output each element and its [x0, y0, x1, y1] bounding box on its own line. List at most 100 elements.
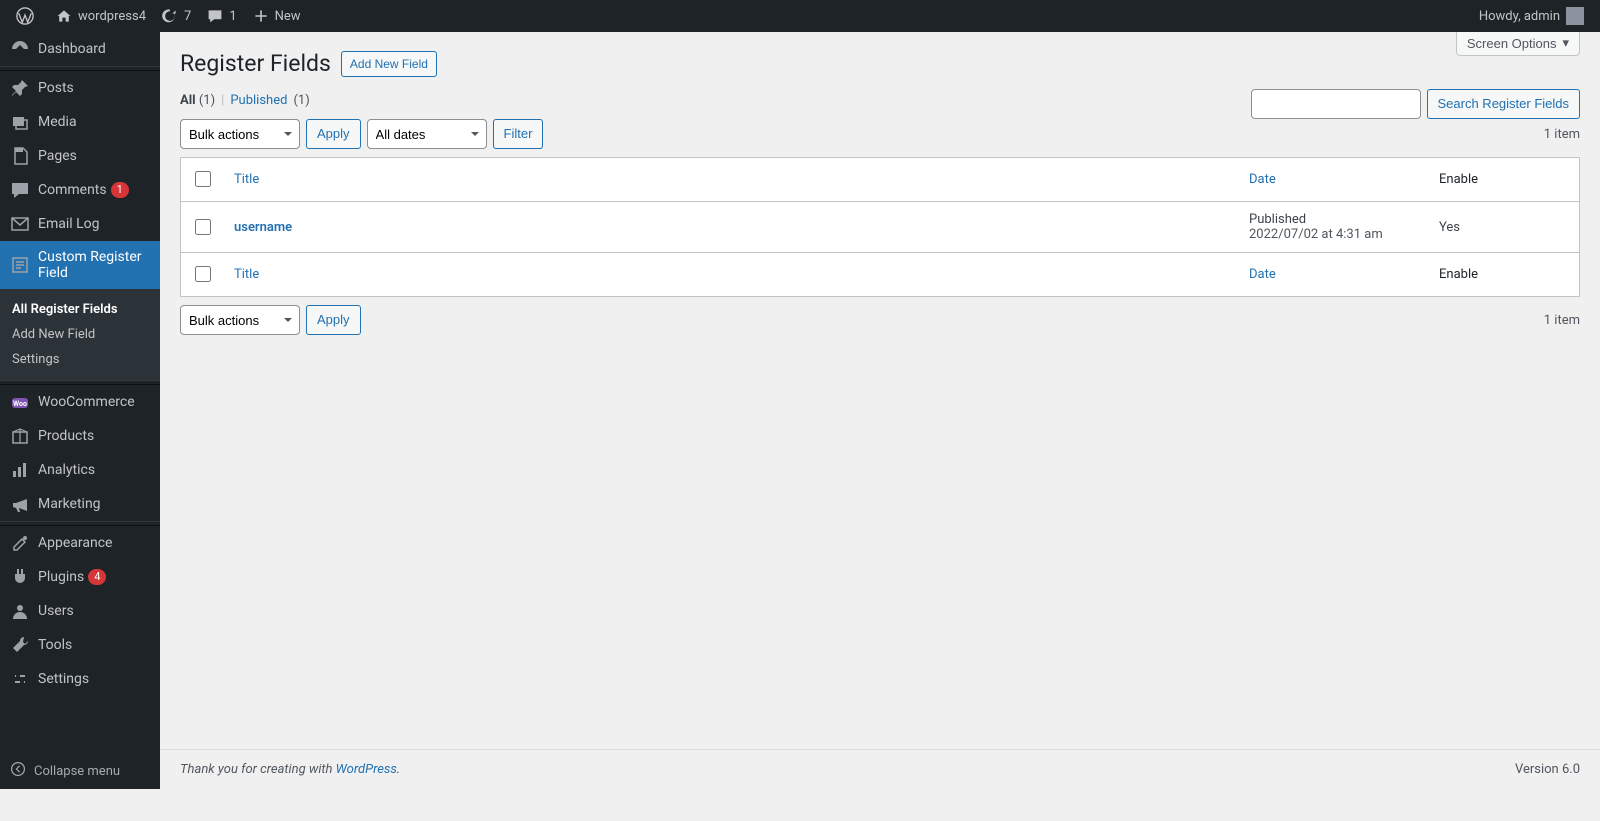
sidebar-item-crf[interactable]: Custom Register Field [0, 241, 160, 289]
sidebar-item-comments[interactable]: Comments1 [0, 173, 160, 207]
view-all-label: All [180, 93, 196, 108]
svg-text:Woo: Woo [13, 400, 27, 408]
sidebar-submenu: All Register FieldsAdd New FieldSettings [0, 289, 160, 380]
sidebar-item-media[interactable]: Media [0, 105, 160, 139]
sidebar-item-appearance[interactable]: Appearance [0, 526, 160, 560]
bulk-actions-select-bottom[interactable]: Bulk actions [180, 305, 300, 335]
sidebar-item-dashboard[interactable]: Dashboard [0, 32, 160, 66]
search-input[interactable] [1251, 89, 1421, 119]
sidebar-item-emaillog[interactable]: Email Log [0, 207, 160, 241]
footer-version: Version 6.0 [1515, 762, 1580, 777]
content-wrap: Register Fields Add New Field All (1) | … [160, 32, 1600, 749]
footer-thanks: Thank you for creating with WordPress. [180, 762, 400, 777]
search-button[interactable]: Search Register Fields [1427, 89, 1581, 119]
row-title-link[interactable]: username [234, 220, 292, 235]
bulk-actions-select[interactable]: Bulk actions [180, 119, 300, 149]
admin-bar: wordpress4 7 1 New Howdy, admin [0, 0, 1600, 32]
comments-menu[interactable]: 1 [199, 0, 244, 32]
comment-icon [10, 180, 30, 200]
col-title-sort[interactable]: Title [234, 172, 259, 187]
wordpress-icon [16, 7, 34, 25]
row-date-status: Published [1249, 212, 1419, 227]
admin-footer: Thank you for creating with WordPress. V… [160, 749, 1600, 789]
site-name-label: wordpress4 [78, 9, 146, 24]
sidebar-item-woo[interactable]: Woo WooCommerce [0, 385, 160, 419]
page-title: Register Fields [180, 50, 331, 77]
home-icon [56, 8, 72, 24]
wp-logo[interactable] [8, 0, 48, 32]
sidebar-item-plugins[interactable]: Plugins4 [0, 560, 160, 594]
table-toolbar-top: Bulk actions Apply All dates Filter 1 it… [180, 119, 1580, 149]
plug-icon [10, 567, 30, 587]
form-icon [10, 255, 30, 275]
filter-button[interactable]: Filter [493, 119, 544, 149]
sidebar-subitem[interactable]: Add New Field [0, 322, 160, 347]
row-checkbox[interactable] [195, 219, 211, 235]
sidebar-item-label: Custom Register Field [38, 249, 150, 281]
footer-wp-link[interactable]: WordPress [336, 762, 397, 777]
sidebar-item-products[interactable]: Products [0, 419, 160, 453]
sidebar-item-label: Settings [38, 671, 89, 687]
chevron-down-icon: ▾ [1562, 35, 1569, 51]
select-all-top[interactable] [195, 171, 211, 187]
sidebar-item-settings[interactable]: Settings [0, 662, 160, 696]
sidebar-item-analytics[interactable]: Analytics [0, 453, 160, 487]
view-published-link[interactable]: Published [230, 93, 287, 108]
col-date-sort[interactable]: Date [1249, 172, 1276, 187]
col-date-sort-foot[interactable]: Date [1249, 267, 1276, 282]
col-title-sort-foot[interactable]: Title [234, 267, 259, 282]
new-menu[interactable]: New [245, 0, 309, 32]
sidebar-item-label: Media [38, 114, 77, 130]
dash-icon [10, 39, 30, 59]
sidebar-item-label: Pages [38, 148, 77, 164]
sidebar-subitem[interactable]: Settings [0, 347, 160, 372]
main-content: Screen Options ▾ Register Fields Add New… [160, 32, 1600, 789]
col-enable-header: Enable [1429, 158, 1579, 202]
account-menu[interactable]: Howdy, admin [1471, 0, 1592, 32]
admin-bar-right: Howdy, admin [1471, 0, 1592, 32]
comments-count: 1 [229, 9, 236, 24]
apply-button-bottom[interactable]: Apply [306, 305, 361, 335]
sidebar-item-label: Users [38, 603, 74, 619]
collapse-menu[interactable]: Collapse menu [0, 753, 160, 789]
screen-options-label: Screen Options [1467, 36, 1557, 51]
list-views-sep: | [221, 93, 224, 108]
select-all-bottom[interactable] [195, 266, 211, 282]
footer-thanks-text: Thank you for creating with [180, 762, 336, 777]
admin-bar-left: wordpress4 7 1 New [8, 0, 309, 32]
screen-options-button[interactable]: Screen Options ▾ [1456, 32, 1580, 56]
sidebar-item-label: Posts [38, 80, 74, 96]
sidebar-item-label: Analytics [38, 462, 95, 478]
sidebar-item-label: Appearance [38, 535, 112, 551]
collapse-label: Collapse menu [34, 764, 120, 779]
plus-icon [253, 8, 269, 24]
apply-button-top[interactable]: Apply [306, 119, 361, 149]
settings-icon [10, 669, 30, 689]
brush-icon [10, 533, 30, 553]
sidebar-item-label: WooCommerce [38, 394, 135, 410]
site-name[interactable]: wordpress4 [48, 0, 154, 32]
tool-icon [10, 635, 30, 655]
add-new-field-button[interactable]: Add New Field [341, 51, 437, 77]
search-box: Search Register Fields [1251, 89, 1581, 119]
sidebar-item-users[interactable]: Users [0, 594, 160, 628]
sidebar-item-posts[interactable]: Posts [0, 71, 160, 105]
sidebar-item-pages[interactable]: Pages [0, 139, 160, 173]
updates-count: 7 [184, 9, 191, 24]
col-enable-footer: Enable [1429, 252, 1579, 296]
dates-select[interactable]: All dates [367, 119, 487, 149]
sidebar-item-label: Products [38, 428, 94, 444]
view-published-label: Published [230, 93, 287, 108]
page-header: Register Fields Add New Field [180, 50, 1580, 77]
updates-menu[interactable]: 7 [154, 0, 199, 32]
sidebar-item-tools[interactable]: Tools [0, 628, 160, 662]
row-enable: Yes [1429, 202, 1579, 252]
sidebar-item-label: Plugins [38, 569, 84, 585]
sidebar-subitem[interactable]: All Register Fields [0, 297, 160, 322]
item-count-bottom: 1 item [1544, 313, 1580, 328]
table-row: usernamePublished2022/07/02 at 4:31 amYe… [181, 202, 1579, 252]
view-all-count: (1) [199, 93, 215, 108]
comment-icon [207, 8, 223, 24]
sidebar-item-marketing[interactable]: Marketing [0, 487, 160, 521]
sidebar-badge: 1 [111, 182, 129, 198]
